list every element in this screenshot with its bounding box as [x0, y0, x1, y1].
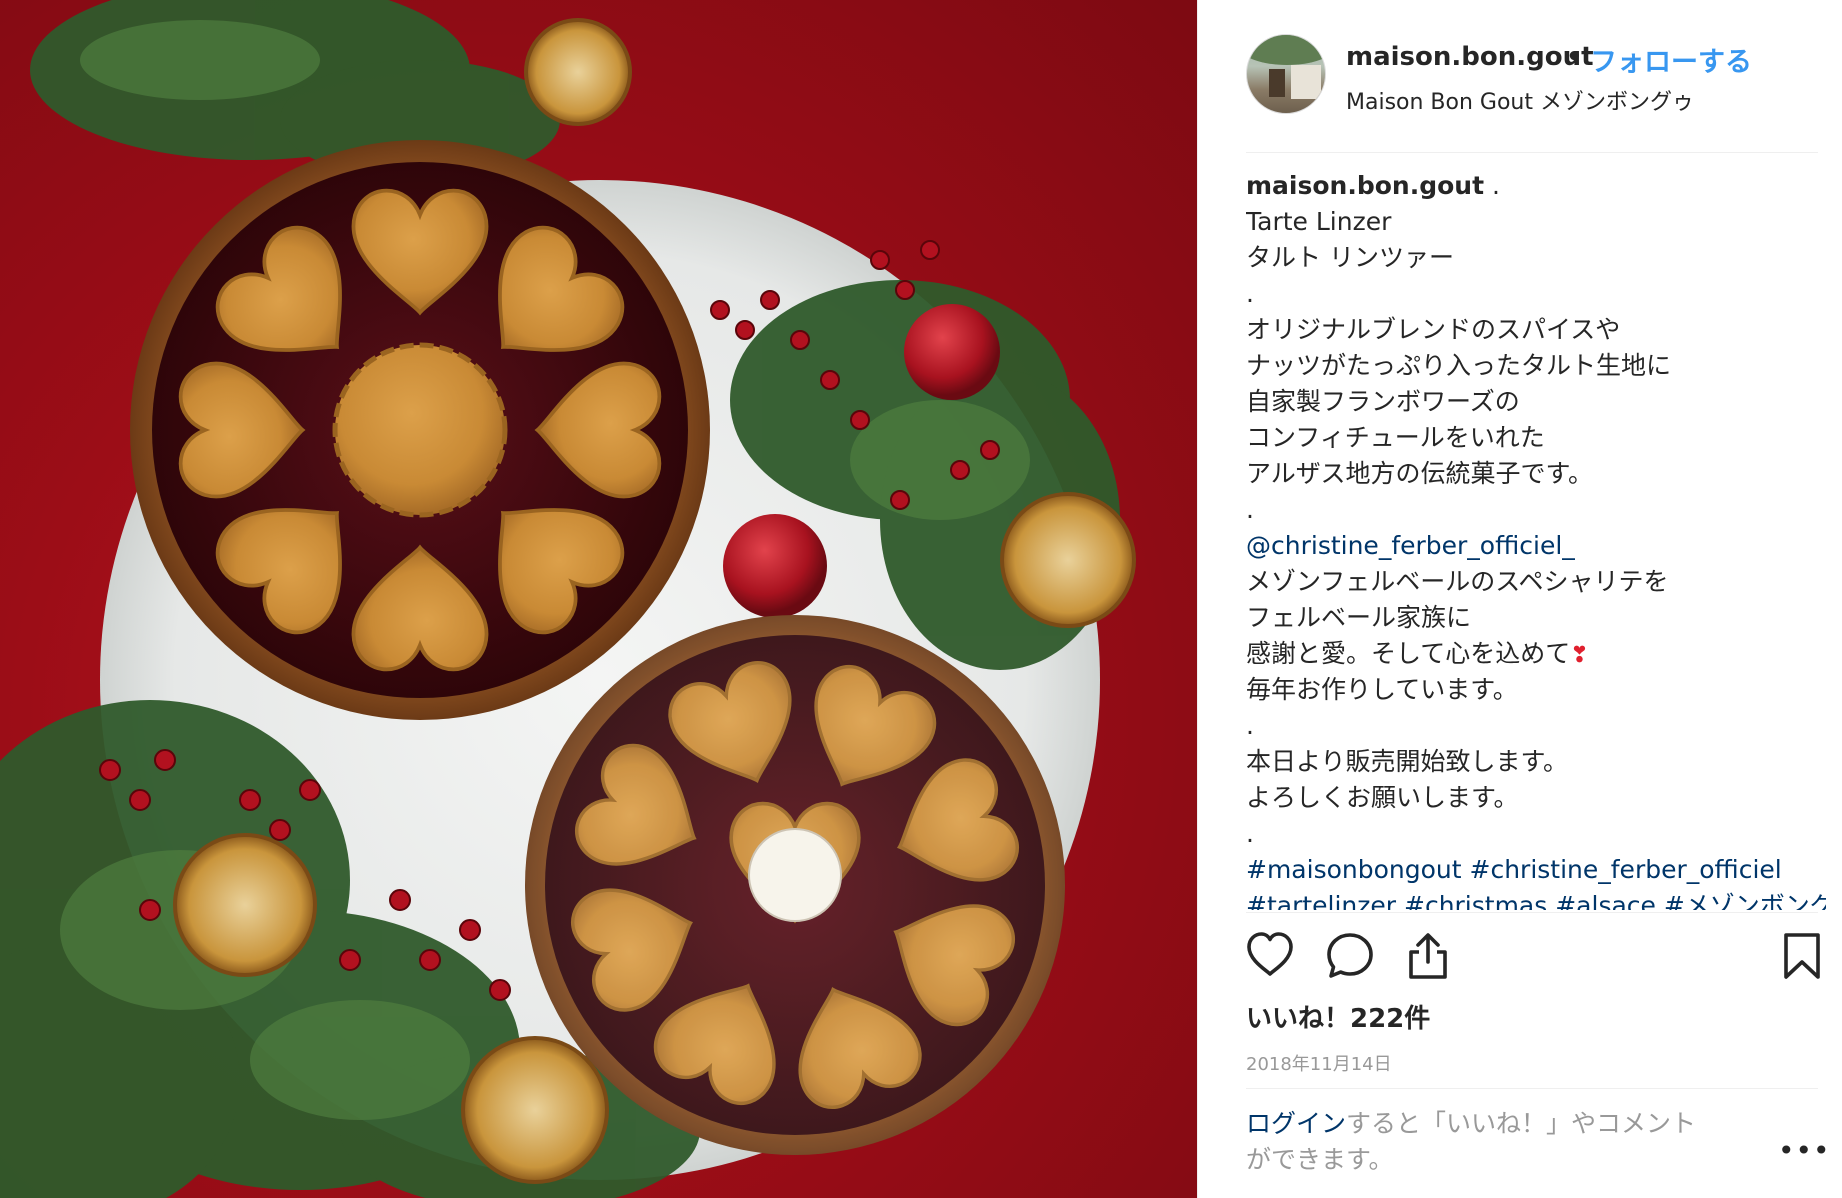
caption-after-username: . — [1484, 171, 1500, 200]
share-upload-icon[interactable] — [1406, 932, 1450, 980]
heart-outline-icon[interactable] — [1246, 932, 1294, 978]
caption-mention-line: @christine_ferber_officiel_ — [1246, 528, 1826, 564]
action-bar — [1246, 926, 1826, 986]
caption-username[interactable]: maison.bon.gout — [1246, 171, 1484, 200]
mention-link[interactable]: @christine_ferber_officiel_ — [1246, 531, 1575, 560]
avatar-foliage — [1247, 35, 1325, 65]
header-location[interactable]: Maison Bon Gout メゾンボングゥ — [1346, 84, 1694, 116]
caption-first-line: maison.bon.gout . — [1246, 168, 1826, 204]
caption-hashtags-line-cut: #tartelinzer #christmas #alsace #メゾンボングゥ — [1246, 888, 1826, 910]
header-separator: • — [1566, 42, 1583, 72]
caption-emoji-line: 感謝と愛。そして心を込めて❣ — [1246, 636, 1826, 672]
comment-bubble-icon[interactable] — [1326, 932, 1374, 980]
instagram-post: maison.bon.gout • フォローする Maison Bon Gout… — [0, 0, 1842, 1198]
caption-line: メゾンフェルベールのスペシャリテを — [1246, 567, 1669, 596]
caption-line: 毎年お作りしています。 — [1246, 675, 1518, 704]
bookmark-icon[interactable] — [1782, 932, 1822, 980]
caption-line: アルザス地方の伝統菓子です。 — [1246, 459, 1594, 488]
caption-divider — [1246, 912, 1818, 913]
post-photo[interactable] — [0, 0, 1197, 1198]
caption-line: ナッツがたっぷり入ったタルト生地に — [1246, 351, 1672, 380]
follow-button[interactable]: フォローする — [1590, 40, 1752, 79]
post-caption: maison.bon.gout . Tarte Linzer タルト リンツァー… — [1246, 168, 1826, 910]
caption-line: 自家製フランボワーズの — [1246, 387, 1520, 416]
likes-count[interactable]: いいね！222件 — [1246, 998, 1430, 1035]
header-divider — [1246, 152, 1818, 153]
post-sidebar: maison.bon.gout • フォローする Maison Bon Gout… — [1197, 0, 1842, 1198]
more-options-icon[interactable]: ••• — [1778, 1134, 1831, 1167]
caption-hashtags-line: #maisonbongout #christine_ferber_officie… — [1246, 852, 1826, 888]
login-link[interactable]: ログイン — [1246, 1109, 1346, 1138]
caption-line: よろしくお願いします。 — [1246, 783, 1519, 812]
login-text-2: ができます。 — [1246, 1145, 1394, 1174]
post-header: maison.bon.gout • フォローする Maison Bon Gout… — [1246, 34, 1806, 118]
caption-line: . — [1246, 711, 1254, 740]
login-text: すると「いいね！」やコメント — [1346, 1109, 1697, 1138]
header-username[interactable]: maison.bon.gout — [1346, 42, 1594, 72]
caption-line: 本日より販売開始致します。 — [1246, 747, 1569, 776]
caption-line: オリジナルブレンドのスパイスや — [1246, 315, 1621, 344]
caption-line: . — [1246, 495, 1254, 524]
hashtags-link[interactable]: #maisonbongout #christine_ferber_officie… — [1246, 855, 1782, 884]
hashtags-link-cut[interactable]: #tartelinzer #christmas #alsace #メゾンボングゥ — [1246, 891, 1826, 910]
caption-line: Tarte Linzer — [1246, 207, 1392, 236]
footer-divider — [1246, 1088, 1818, 1089]
post-date[interactable]: 2018年11月14日 — [1246, 1050, 1392, 1076]
avatar-door — [1269, 69, 1285, 97]
caption-line: . — [1246, 819, 1254, 848]
tarte-linzer-photo — [0, 0, 1136, 1198]
caption-line: タルト リンツァー — [1246, 243, 1454, 272]
heart-exclamation-icon: ❣ — [1570, 643, 1589, 668]
caption-line: コンフィチュールをいれた — [1246, 423, 1545, 452]
caption-line: . — [1246, 279, 1254, 308]
caption-line-text: 感謝と愛。そして心を込めて — [1246, 639, 1571, 668]
caption-line: フェルベール家族に — [1246, 603, 1472, 632]
login-prompt: ログインすると「いいね！」やコメント ができます。 — [1246, 1106, 1766, 1178]
avatar[interactable] — [1246, 34, 1326, 114]
avatar-wall — [1291, 65, 1321, 99]
